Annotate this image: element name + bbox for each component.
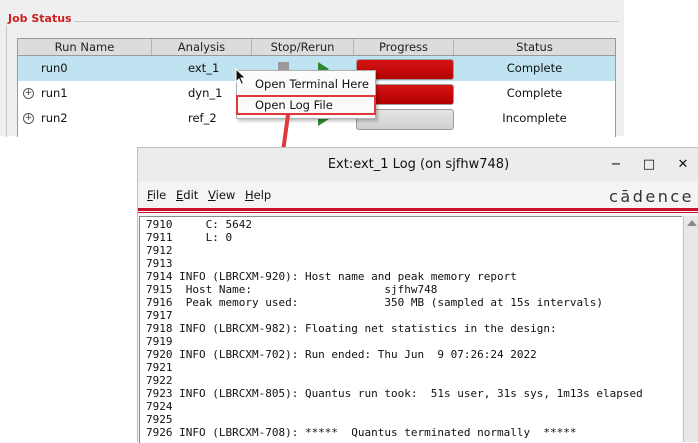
menu-help[interactable]: Help: [245, 188, 271, 202]
log-line: 7923 INFO (LBRCXM-805): Quantus run took…: [146, 387, 643, 400]
menu-view-mnemonic: V: [208, 188, 216, 202]
run-name: run1: [41, 86, 68, 100]
expand-icon[interactable]: +: [23, 88, 34, 99]
log-line: 7917: [146, 309, 173, 322]
menu-file[interactable]: File: [147, 188, 166, 202]
job-table-header: Run Name Analysis Stop/Rerun Progress St…: [18, 39, 615, 56]
log-line: 7922: [146, 374, 173, 387]
menu-view-label: iew: [215, 188, 236, 202]
run-name: run2: [41, 111, 68, 125]
menu-help-mnemonic: H: [245, 188, 254, 202]
job-status-title: Job Status: [6, 12, 74, 25]
log-line: 7921: [146, 361, 173, 374]
log-line: 7911 L: 0: [146, 231, 233, 244]
status-label: Complete: [506, 61, 563, 75]
col-status[interactable]: Status: [454, 39, 615, 55]
col-run-name[interactable]: Run Name: [18, 39, 152, 55]
brand-stripe-thin: [138, 212, 698, 213]
menu-help-label: elp: [253, 188, 272, 202]
vertical-scrollbar[interactable]: [683, 216, 698, 442]
cadence-logo: cādence: [609, 187, 694, 206]
col-stop-rerun[interactable]: Stop/Rerun: [252, 39, 354, 55]
menu-edit-label: dit: [183, 188, 199, 202]
minimize-icon[interactable]: −: [608, 157, 624, 173]
status-label: Incomplete: [502, 111, 567, 125]
highlight-box: [236, 95, 376, 115]
log-line: 7915 Host Name: sjfhw748: [146, 283, 438, 296]
status-label: Complete: [506, 86, 563, 100]
menu-view[interactable]: View: [208, 188, 235, 202]
log-line: 7925: [146, 413, 173, 426]
log-line: 7916 Peak memory used: 350 MB (sampled a…: [146, 296, 603, 309]
log-line: 7910 C: 5642: [146, 218, 252, 231]
analysis-name: ref_2: [188, 111, 217, 125]
analysis-name: ext_1: [188, 61, 220, 75]
maximize-icon[interactable]: □: [641, 157, 657, 173]
col-analysis[interactable]: Analysis: [152, 39, 252, 55]
analysis-name: dyn_1: [188, 86, 223, 100]
mouse-cursor-icon: [235, 68, 247, 86]
log-line: 7919: [146, 335, 173, 348]
col-progress[interactable]: Progress: [354, 39, 454, 55]
log-line: 7913: [146, 257, 173, 270]
expand-icon[interactable]: +: [23, 113, 34, 124]
run-name: run0: [41, 61, 68, 75]
menu-item-open-terminal[interactable]: Open Terminal Here: [237, 74, 375, 94]
menu-bar: File Edit View Help cādence: [138, 185, 698, 207]
title-bar[interactable]: Ext:ext_1 Log (on sjfhw748) − □ ✕: [138, 148, 698, 182]
log-window: Ext:ext_1 Log (on sjfhw748) − □ ✕ File E…: [137, 147, 698, 443]
log-line: 7918 INFO (LBRCXM-982): Floating net sta…: [146, 322, 557, 335]
menu-edit[interactable]: Edit: [176, 188, 198, 202]
menu-file-label: ile: [152, 188, 167, 202]
log-line: 7926 INFO (LBRCXM-708): ***** Quantus te…: [146, 426, 577, 439]
log-line: 7920 INFO (LBRCXM-702): Run ended: Thu J…: [146, 348, 537, 361]
log-line: 7912: [146, 244, 173, 257]
log-line: 7914 INFO (LBRCXM-920): Host name and pe…: [146, 270, 517, 283]
scroll-up-arrow-icon[interactable]: [687, 220, 697, 226]
brand-stripe: [138, 208, 698, 211]
close-icon[interactable]: ✕: [675, 157, 691, 173]
log-text-area[interactable]: 7910 C: 5642 7911 L: 0 7912 7913 7914 IN…: [139, 216, 682, 443]
log-line: 7924: [146, 400, 173, 413]
